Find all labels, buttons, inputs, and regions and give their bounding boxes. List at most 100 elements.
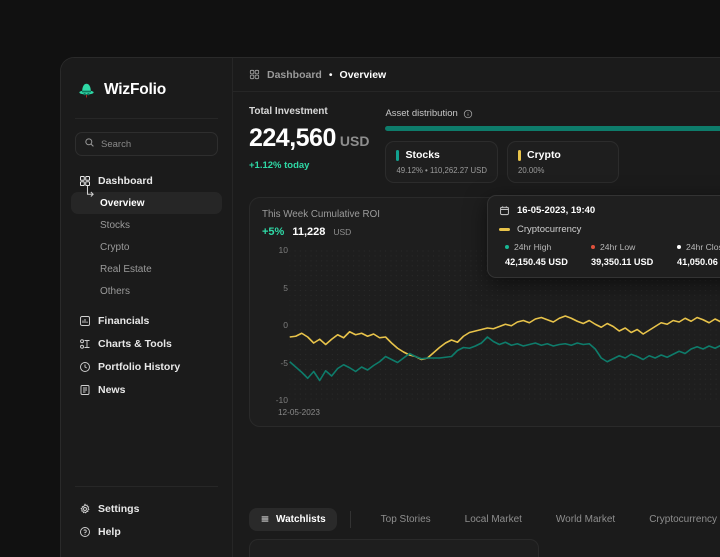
sidebar-item-label: Dashboard bbox=[98, 174, 153, 187]
search-box[interactable] bbox=[75, 132, 218, 156]
sidebar-item-others[interactable]: Others bbox=[71, 280, 222, 302]
news-icon bbox=[78, 383, 91, 396]
wizard-hat-icon bbox=[77, 81, 96, 100]
breadcrumb-current: Overview bbox=[339, 68, 387, 81]
y-axis-tick: -5 bbox=[280, 357, 288, 368]
y-axis-tick: 5 bbox=[283, 282, 288, 293]
summary-row: Total Investment 224,560 USD +1.12% today… bbox=[233, 106, 720, 183]
info-icon[interactable] bbox=[463, 109, 473, 119]
total-investment-block: Total Investment 224,560 USD +1.12% today bbox=[249, 106, 369, 171]
watchlist-card[interactable] bbox=[249, 539, 539, 557]
search-icon bbox=[84, 135, 95, 153]
search-wrapper bbox=[61, 119, 232, 156]
arrow-hook-icon bbox=[86, 184, 95, 200]
tab-separator bbox=[349, 510, 351, 528]
tooltip-series-row: Cryptocurrency bbox=[499, 224, 720, 235]
list-icon bbox=[260, 514, 270, 524]
stat-dot bbox=[677, 245, 681, 249]
sidebar-item-label: Help bbox=[98, 525, 121, 538]
sidebar: WizFolio Search Dashboard Overview Stock… bbox=[61, 58, 233, 557]
breadcrumb-parent[interactable]: Dashboard bbox=[267, 69, 322, 81]
y-axis-tick: 0 bbox=[283, 320, 288, 330]
main-area: Dashboard • Overview Total Investment 22… bbox=[233, 58, 720, 557]
stat-label: 24hr Close bbox=[686, 242, 720, 252]
asset-card-crypto[interactable]: Crypto 20.00% bbox=[507, 141, 620, 183]
chart-tooltip: 16-05-2023, 19:40 Cryptocurrency 24hr Hi… bbox=[487, 195, 720, 278]
sidebar-item-news[interactable]: News bbox=[71, 378, 222, 401]
stat-dot bbox=[505, 245, 509, 249]
stat-value: 39,350.11 USD bbox=[591, 257, 654, 267]
asset-distribution-title: Asset distribution bbox=[385, 108, 458, 119]
asset-distribution-bar bbox=[385, 126, 720, 131]
roi-chart-card: This Week Cumulative ROI +5% 11,228 USD … bbox=[249, 195, 720, 427]
total-investment-value: 224,560 USD bbox=[249, 124, 369, 153]
sidebar-divider-bottom bbox=[75, 486, 218, 487]
gear-icon bbox=[78, 502, 91, 515]
tooltip-stat: 24hr High 42,150.45 USD bbox=[505, 242, 579, 267]
charts-tools-icon bbox=[78, 337, 91, 350]
search-input[interactable] bbox=[101, 138, 209, 150]
breadcrumb: Dashboard • Overview bbox=[233, 58, 720, 92]
stat-value: 42,150.45 USD bbox=[505, 257, 568, 267]
sidebar-item-crypto[interactable]: Crypto bbox=[71, 236, 222, 258]
sidebar-item-settings[interactable]: Settings bbox=[71, 497, 222, 520]
asset-distribution-header: Asset distribution bbox=[385, 108, 720, 119]
tooltip-datetime: 16-05-2023, 19:40 bbox=[517, 205, 596, 216]
sidebar-item-real-estate[interactable]: Real Estate bbox=[71, 258, 222, 280]
bottom-tabs: Watchlists Top Stories Local Market Worl… bbox=[233, 499, 720, 539]
y-axis-tick: 10 bbox=[278, 245, 288, 255]
bar-chart-box-icon bbox=[78, 314, 91, 327]
sidebar-item-label: Financials bbox=[98, 314, 150, 327]
asset-card-sub: 49.12% • 110,262.27 USD bbox=[396, 166, 488, 175]
tab-label: Watchlists bbox=[276, 513, 326, 525]
sidebar-item-label: Real Estate bbox=[100, 263, 152, 275]
tooltip-datetime-row: 16-05-2023, 19:40 bbox=[499, 205, 720, 216]
tooltip-series-name: Cryptocurrency bbox=[517, 224, 582, 235]
total-investment-currency: USD bbox=[339, 133, 370, 149]
sidebar-item-financials[interactable]: Financials bbox=[71, 309, 222, 332]
sidebar-item-portfolio-history[interactable]: Portfolio History bbox=[71, 355, 222, 378]
tooltip-stat: 24hr Close 41,050.06 USD bbox=[677, 242, 720, 267]
sidebar-item-label: Others bbox=[100, 285, 131, 297]
total-investment-amount: 224,560 bbox=[249, 124, 336, 152]
content: Total Investment 224,560 USD +1.12% today… bbox=[233, 92, 720, 557]
sidebar-item-stocks[interactable]: Stocks bbox=[71, 214, 222, 236]
sidebar-nav: Dashboard Overview Stocks Crypto Real Es… bbox=[61, 169, 232, 401]
app-window: WizFolio Search Dashboard Overview Stock… bbox=[60, 57, 720, 557]
tab-watchlists[interactable]: Watchlists bbox=[249, 507, 337, 531]
sidebar-item-label: Crypto bbox=[100, 241, 130, 253]
sidebar-item-label: Stocks bbox=[100, 219, 131, 231]
calendar-icon bbox=[499, 205, 510, 216]
asset-distribution-cards: Stocks 49.12% • 110,262.27 USD Crypto 20… bbox=[385, 141, 720, 183]
stat-dot bbox=[591, 245, 595, 249]
asset-distribution-block: Asset distribution Stocks 49.12% • 110,2… bbox=[385, 106, 720, 183]
roi-currency: USD bbox=[333, 227, 352, 237]
tab-local-market[interactable]: Local Market bbox=[448, 514, 539, 525]
grid-icon bbox=[249, 69, 260, 80]
sidebar-item-overview[interactable]: Overview bbox=[71, 186, 222, 214]
total-investment-delta: +1.12% today bbox=[249, 160, 310, 171]
asset-card-stocks[interactable]: Stocks 49.12% • 110,262.27 USD bbox=[385, 141, 499, 183]
brand-name: WizFolio bbox=[104, 81, 166, 98]
tab-world-market[interactable]: World Market bbox=[539, 514, 632, 525]
asset-card-name: Crypto bbox=[527, 149, 561, 161]
sidebar-item-label: News bbox=[98, 383, 126, 396]
tab-top-stories[interactable]: Top Stories bbox=[364, 514, 448, 525]
sidebar-item-label: Charts & Tools bbox=[98, 337, 172, 350]
tab-cryptocurrency-market[interactable]: Cryptocurrency M bbox=[632, 514, 720, 525]
total-investment-label: Total Investment bbox=[249, 106, 328, 117]
roi-percent: +5% bbox=[262, 226, 285, 238]
asset-card-name: Stocks bbox=[405, 149, 440, 161]
breadcrumb-separator: • bbox=[328, 68, 333, 81]
roi-value: 11,228 bbox=[292, 226, 326, 238]
sidebar-item-charts-tools[interactable]: Charts & Tools bbox=[71, 332, 222, 355]
stat-label: 24hr Low bbox=[600, 242, 636, 252]
brand: WizFolio bbox=[61, 74, 232, 104]
color-pill bbox=[518, 149, 522, 161]
clock-icon bbox=[78, 360, 91, 373]
color-pill bbox=[396, 149, 400, 161]
sidebar-bottom: Settings Help bbox=[61, 486, 232, 557]
stat-value: 41,050.06 USD bbox=[677, 257, 720, 267]
sidebar-item-label: Overview bbox=[100, 197, 145, 209]
